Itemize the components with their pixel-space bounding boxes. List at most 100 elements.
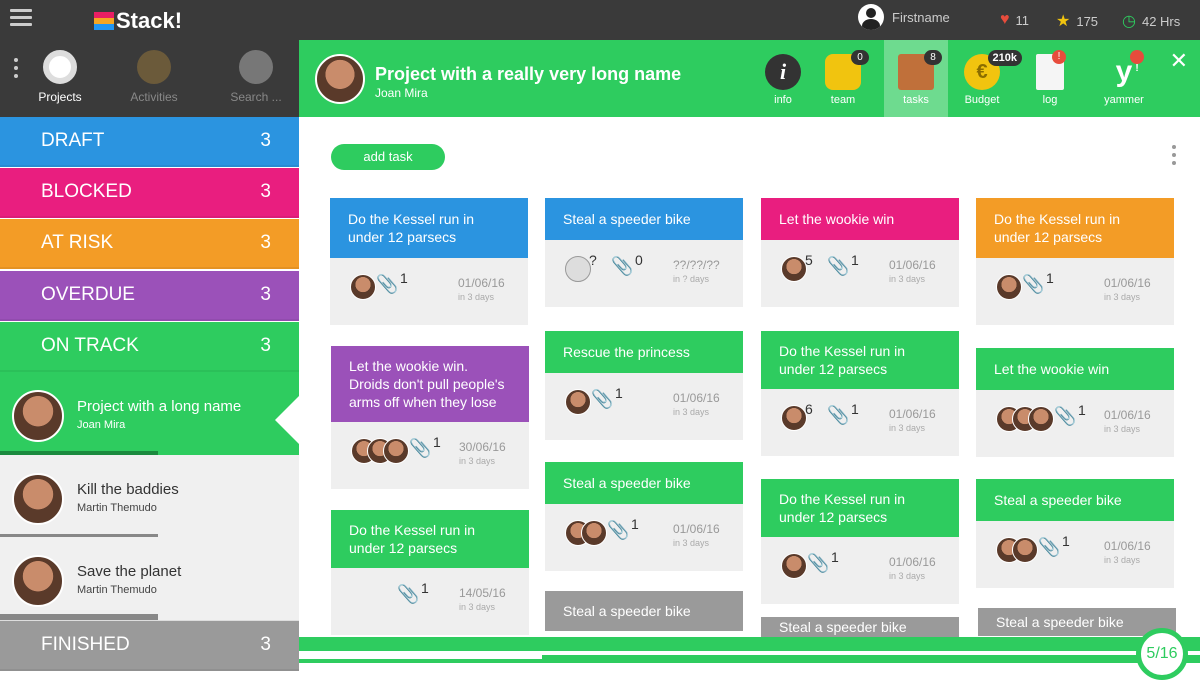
tab-label: Budget: [964, 94, 1000, 106]
page-indicator[interactable]: 5/16: [1136, 628, 1188, 680]
category-label: ON TRACK: [41, 335, 139, 356]
tool-projects[interactable]: Projects: [25, 50, 95, 104]
due-date: 14/05/16: [459, 586, 506, 600]
assignees: [781, 553, 807, 579]
category-count: 3: [260, 232, 271, 253]
close-icon[interactable]: ✕: [1170, 48, 1188, 74]
task-card[interactable]: Steal a speeder bike 📎 1 01/06/16 in 3 days: [545, 462, 743, 571]
assignees: [565, 256, 591, 282]
paperclip-icon: 📎: [807, 553, 830, 573]
assignee-count: 5: [805, 252, 813, 268]
task-card[interactable]: Do the Kessel run in under 12 parsecs 📎 1 0…: [330, 198, 528, 325]
attachment-count: 1: [433, 434, 441, 450]
task-card[interactable]: Let the wookie win 5 📎 1 01/06/16 in 3 days: [761, 198, 959, 307]
category-label: FINISHED: [41, 634, 130, 655]
task-title: Do the Kessel run in under 12 parsecs: [761, 479, 959, 537]
due-days: in 3 days: [889, 571, 926, 581]
search-icon: [239, 50, 273, 84]
task-title: Steal a speeder bike: [976, 479, 1174, 521]
clock-icon: ◷: [1122, 13, 1136, 30]
task-card[interactable]: Do the Kessel run in under 12 parsecs 📎 1 0…: [976, 198, 1174, 325]
paperclip-icon: 📎: [1022, 274, 1045, 294]
due-date: 01/06/16: [889, 407, 936, 421]
category-on-track[interactable]: ON TRACK 3: [0, 322, 299, 372]
task-card[interactable]: Let the wookie win. Droids don't pull pe…: [331, 346, 529, 489]
task-title: Steal a speeder bike: [761, 617, 959, 637]
task-card[interactable]: Do the Kessel run in under 12 parsecs 6 📎 1…: [761, 331, 959, 456]
top-bar: Stack! Firstname ♥ 11 ★ 175 ◷ 42 Hrs: [0, 0, 1200, 40]
task-card[interactable]: Steal a speeder bike 📎 1 01/06/16 in 3 days: [976, 479, 1174, 588]
project-name: Kill the baddies: [77, 481, 179, 498]
task-title: Do the Kessel run in under 12 parsecs: [761, 331, 959, 389]
due-date: 01/06/16: [889, 555, 936, 569]
category-at-risk[interactable]: AT RISK 3: [0, 219, 299, 269]
tool-label: Activities: [130, 90, 178, 104]
task-card[interactable]: Steal a speeder bike: [545, 591, 743, 631]
task-meta: 5 📎 1 01/06/16 in 3 days: [761, 240, 959, 307]
team-icon: 0: [825, 50, 869, 90]
task-card[interactable]: Rescue the princess 📎 1 01/06/16 in 3 days: [545, 331, 743, 440]
project-name: Save the planet: [77, 563, 182, 580]
assignees: [996, 406, 1054, 432]
paperclip-icon: 📎: [611, 256, 634, 276]
task-card[interactable]: Do the Kessel run in under 12 parsecs 📎 1 1…: [331, 510, 529, 635]
attachment-count: 1: [1062, 533, 1070, 549]
tool-label: Search ...: [230, 90, 282, 104]
due-days: in 3 days: [889, 423, 926, 433]
task-meta: 6 📎 1 01/06/16 in 3 days: [761, 389, 959, 456]
yammer-icon: y!: [1106, 50, 1144, 90]
tool-activities[interactable]: Activities: [119, 50, 189, 104]
task-card[interactable]: Let the wookie win 📎 1 01/06/16 in 3 days: [976, 348, 1174, 457]
category-count: 3: [260, 335, 271, 356]
user-menu[interactable]: Firstname: [858, 4, 950, 30]
tab-budget[interactable]: €210k Budget: [950, 40, 1022, 117]
board-options-icon[interactable]: [1172, 145, 1176, 169]
avatar: [350, 274, 376, 300]
paperclip-icon: 📎: [827, 256, 850, 276]
tools-icon: [137, 50, 171, 84]
project-owner: Martin Themudo: [77, 502, 157, 514]
stars-stat: ★ 175: [1056, 11, 1098, 31]
avatar: [996, 274, 1022, 300]
task-title: Steal a speeder bike: [545, 591, 743, 631]
paperclip-icon: 📎: [591, 389, 614, 409]
tab-label: tasks: [903, 94, 929, 106]
clipboard-icon: 8: [898, 50, 942, 90]
task-meta: 📎 1 14/05/16 in 3 days: [331, 568, 529, 635]
category-blocked[interactable]: BLOCKED 3: [0, 168, 299, 218]
project-item[interactable]: Save the planet Martin Themudo: [0, 537, 299, 621]
tab-log[interactable]: ! log: [1018, 40, 1082, 117]
assignees: [781, 405, 807, 431]
tab-team[interactable]: 0 team: [811, 40, 875, 117]
attachment-count: 1: [1078, 402, 1086, 418]
avatar: [12, 555, 64, 607]
tab-label: yammer: [1104, 94, 1144, 106]
more-options-icon[interactable]: [14, 58, 19, 82]
due-days: in 3 days: [1104, 555, 1141, 565]
heart-icon: ♥: [1000, 11, 1010, 28]
menu-icon[interactable]: [10, 9, 32, 27]
project-item[interactable]: Kill the baddies Martin Themudo: [0, 455, 299, 541]
category-label: AT RISK: [41, 232, 114, 253]
due-date: 01/06/16: [673, 522, 720, 536]
tab-tasks[interactable]: 8 tasks: [884, 40, 948, 117]
task-card[interactable]: Do the Kessel run in under 12 parsecs 📎 1 0…: [761, 479, 959, 604]
add-task-button[interactable]: add task: [331, 144, 445, 170]
category-draft[interactable]: DRAFT 3: [0, 117, 299, 167]
tab-yammer[interactable]: y! yammer: [1092, 40, 1156, 117]
project-name: Project with a long name: [77, 398, 242, 415]
tab-info[interactable]: i info: [751, 40, 815, 117]
task-title: Let the wookie win: [976, 348, 1174, 390]
project-item-active[interactable]: Project with a long name Joan Mira: [0, 372, 299, 458]
assignee-count: ?: [589, 252, 597, 268]
attachment-count: 1: [1046, 270, 1054, 286]
category-overdue[interactable]: OVERDUE 3: [0, 271, 299, 321]
project-owner: Joan Mira: [77, 419, 126, 431]
task-card[interactable]: Steal a speeder bike: [761, 617, 959, 637]
tab-label: team: [830, 94, 856, 106]
tool-label: Projects: [38, 90, 82, 104]
task-card[interactable]: Steal a speeder bike? 📎 0 ??/??/?? in ? days: [545, 198, 743, 307]
due-date: 01/06/16: [673, 391, 720, 405]
tool-search[interactable]: Search ...: [221, 50, 291, 104]
category-finished[interactable]: FINISHED 3: [0, 621, 299, 671]
